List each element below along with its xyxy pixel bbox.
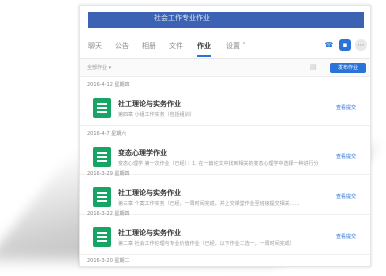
phone-icon[interactable]: ☎: [323, 39, 335, 51]
window-title: 社会工作专业作业: [88, 12, 364, 28]
homework-title: 社工理论与实务作业: [118, 100, 181, 108]
date-label: 2016-4-12 星期四: [87, 82, 130, 88]
date-label: 2016-3-20 星期二: [87, 258, 130, 264]
homework-title: 社工理论与实务作业: [118, 189, 181, 197]
view-submission-link[interactable]: 查看提交: [336, 153, 356, 160]
tab-homework[interactable]: 作业: [197, 41, 211, 57]
group-window: 社会工作专业作业 聊天 公告 相册 文件 作业 设置 ˅ ☎ ▪ ⋯ 全部作业 …: [79, 5, 371, 267]
tab-album[interactable]: 相册: [142, 41, 156, 51]
tab-files[interactable]: 文件: [169, 41, 183, 51]
homework-desc: 第四章 小组工作实务（包括组训）: [118, 112, 195, 118]
view-submission-link[interactable]: 查看提交: [336, 233, 356, 240]
tab-announcement[interactable]: 公告: [115, 41, 129, 51]
document-icon[interactable]: ▤: [310, 63, 317, 71]
excel-file-icon: [93, 187, 111, 207]
excel-file-icon: [93, 98, 111, 118]
tab-settings[interactable]: 设置 ˅: [226, 41, 246, 51]
more-icon[interactable]: ⋯: [355, 39, 367, 51]
homework-item[interactable]: 社工理论与实务作业 第二章 社会工作伦理与专业价值作业（已经，以下作业二选一，一…: [80, 219, 370, 255]
homework-desc: 第三章 个案工作实务（已经，一周时间完成，并上交课堂作业至班级提交相关……: [118, 201, 300, 207]
date-label: 2016-3-29 星期四: [87, 171, 130, 177]
view-submission-link[interactable]: 查看提交: [336, 104, 356, 111]
tab-chat[interactable]: 聊天: [88, 41, 102, 51]
homework-title: 变态心理学作业: [118, 149, 167, 157]
publish-homework-button[interactable]: 发布作业: [330, 63, 366, 73]
date-label: 2016-4-7 星期六: [87, 131, 127, 137]
date-label: 2016-3-22 星期四: [87, 211, 130, 217]
tab-bar: 聊天 公告 相册 文件 作业 设置 ˅ ☎ ▪ ⋯: [80, 33, 370, 59]
homework-desc: 变态心理学 第一次作业（已经）：1. 在一篇论文中找到相关的变态心理学中选择一种…: [118, 161, 318, 167]
homework-item[interactable]: 社工理论与实务作业 第四章 小组工作实务（包括组训） 查看提交: [80, 90, 370, 126]
view-submission-link[interactable]: 查看提交: [336, 193, 356, 200]
homework-title: 社工理论与实务作业: [118, 229, 181, 237]
homework-toolbar: 全部作业 ▾ ▤ 发布作业: [80, 59, 370, 77]
excel-file-icon: [93, 227, 111, 247]
homework-desc: 第二章 社会工作伦理与专业价值作业（已经，以下作业二选一，一周时间完成）: [118, 241, 295, 247]
excel-file-icon: [93, 147, 111, 167]
chat-icon[interactable]: ▪: [339, 39, 351, 51]
filter-dropdown[interactable]: 全部作业 ▾: [87, 64, 111, 71]
